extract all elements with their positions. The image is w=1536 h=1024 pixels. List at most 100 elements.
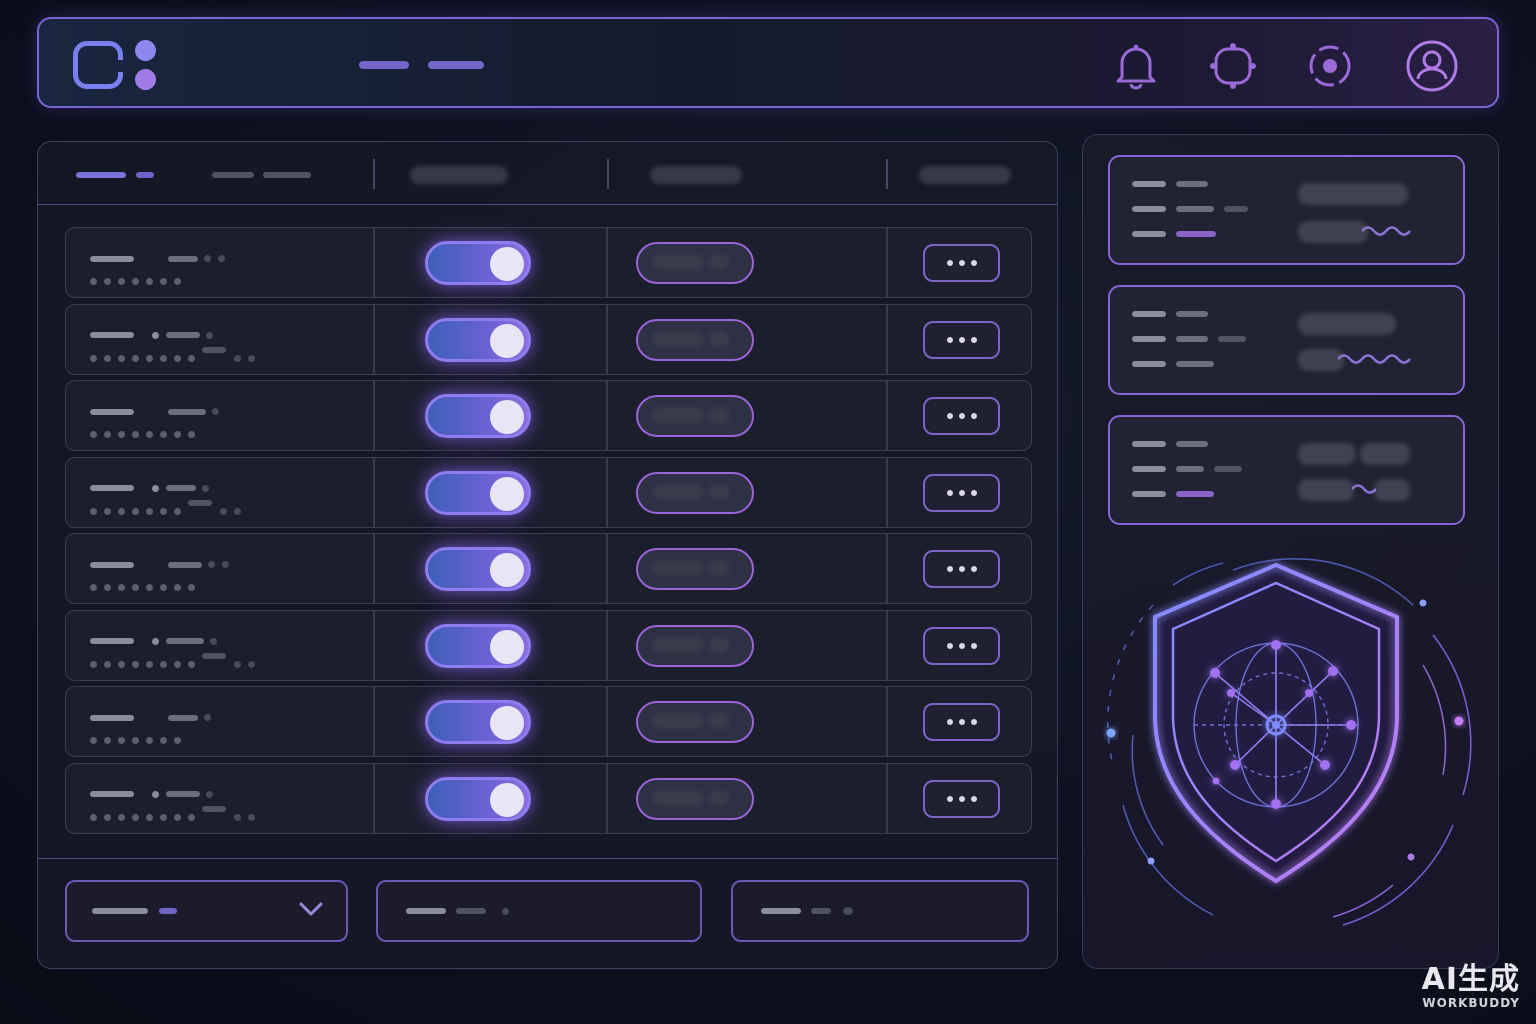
more-options-button[interactable] [923, 397, 1000, 435]
table-row[interactable] [65, 303, 1032, 375]
text-field[interactable] [731, 880, 1029, 942]
cell-divider [373, 381, 375, 450]
status-badge[interactable] [636, 624, 754, 667]
more-dots-icon [946, 795, 953, 802]
more-dots-icon [946, 566, 953, 572]
enable-toggle[interactable] [425, 547, 531, 591]
watermark-line1: AI生成 [1421, 962, 1520, 997]
row-label [90, 401, 226, 420]
row-meta [90, 423, 202, 442]
more-options-button[interactable] [923, 703, 1000, 741]
row-label [90, 554, 236, 573]
toggle-knob [490, 629, 524, 664]
cell-divider [606, 457, 608, 527]
cell-divider [606, 687, 608, 756]
status-badge[interactable] [636, 548, 754, 590]
table-row[interactable] [65, 380, 1032, 451]
row-label [90, 325, 220, 344]
cell-divider [886, 228, 888, 297]
enable-toggle[interactable] [425, 776, 531, 821]
table-row[interactable] [65, 227, 1032, 298]
column-divider [373, 159, 375, 189]
enable-toggle[interactable] [425, 394, 531, 438]
row-meta [90, 499, 248, 519]
column-divider [607, 159, 609, 189]
more-dots-icon [946, 413, 953, 419]
more-dots-icon [946, 336, 953, 343]
search-input[interactable] [376, 880, 702, 942]
status-badge[interactable] [636, 242, 754, 284]
toggle-knob [490, 400, 524, 434]
row-label [90, 784, 220, 803]
enable-toggle[interactable] [425, 623, 531, 668]
summary-card[interactable] [1108, 285, 1465, 395]
row-meta [90, 576, 202, 595]
toggle-knob [490, 247, 524, 281]
more-options-button[interactable] [923, 779, 1000, 818]
more-dots-icon [946, 260, 953, 266]
filter-dropdown[interactable] [65, 880, 348, 942]
cell-divider [373, 687, 375, 756]
enable-toggle[interactable] [425, 700, 531, 744]
tab-3[interactable] [263, 172, 311, 178]
cell-divider [373, 457, 375, 527]
more-options-button[interactable] [923, 320, 1000, 359]
nav-link-2[interactable] [428, 61, 484, 69]
column-header-actions[interactable] [919, 166, 1011, 184]
toggle-knob [490, 553, 524, 587]
table-row[interactable] [65, 533, 1032, 604]
toggle-knob [490, 706, 524, 740]
cell-divider [886, 763, 888, 833]
enable-toggle[interactable] [425, 317, 531, 362]
table-row[interactable] [65, 456, 1032, 528]
cell-divider [373, 763, 375, 833]
target-icon[interactable] [1303, 39, 1357, 93]
toggle-knob [490, 476, 524, 511]
tab-active[interactable] [76, 172, 126, 178]
security-side-panel [1082, 134, 1499, 969]
more-options-button[interactable] [923, 550, 1000, 588]
summary-card[interactable] [1108, 415, 1465, 525]
settings-table-panel [37, 141, 1058, 969]
status-badge[interactable] [636, 318, 754, 361]
column-header-toggle[interactable] [410, 166, 508, 184]
cell-divider [606, 610, 608, 680]
status-badge[interactable] [636, 395, 754, 437]
status-badge[interactable] [636, 701, 754, 743]
cell-divider [606, 228, 608, 297]
row-label [90, 631, 224, 650]
more-options-button[interactable] [923, 244, 1000, 282]
more-options-button[interactable] [923, 626, 1000, 665]
table-row[interactable] [65, 686, 1032, 757]
status-badge[interactable] [636, 777, 754, 820]
user-account-icon[interactable] [1405, 39, 1459, 93]
toggle-knob [490, 782, 524, 817]
cell-divider [886, 381, 888, 450]
cell-divider [886, 457, 888, 527]
more-options-button[interactable] [923, 473, 1000, 512]
app-logo-icon[interactable] [73, 39, 163, 93]
top-bar [37, 17, 1499, 108]
cell-divider [373, 610, 375, 680]
enable-toggle[interactable] [425, 470, 531, 515]
row-meta [90, 805, 262, 825]
table-row[interactable] [65, 762, 1032, 834]
enable-toggle[interactable] [425, 241, 531, 285]
cell-divider [606, 304, 608, 374]
table-header [38, 142, 1057, 205]
column-header-status[interactable] [650, 166, 742, 184]
nav-link-1[interactable] [359, 61, 409, 69]
cell-divider [886, 534, 888, 603]
tab-active-badge [136, 172, 154, 178]
sync-icon[interactable] [1206, 39, 1260, 93]
cell-divider [373, 304, 375, 374]
cell-divider [886, 304, 888, 374]
table-row[interactable] [65, 609, 1032, 681]
bell-icon[interactable] [1109, 39, 1163, 93]
cell-divider [606, 381, 608, 450]
row-label [90, 478, 216, 497]
summary-card[interactable] [1108, 155, 1465, 265]
status-badge[interactable] [636, 471, 754, 514]
tab-2[interactable] [212, 172, 254, 178]
more-dots-icon [946, 642, 953, 649]
